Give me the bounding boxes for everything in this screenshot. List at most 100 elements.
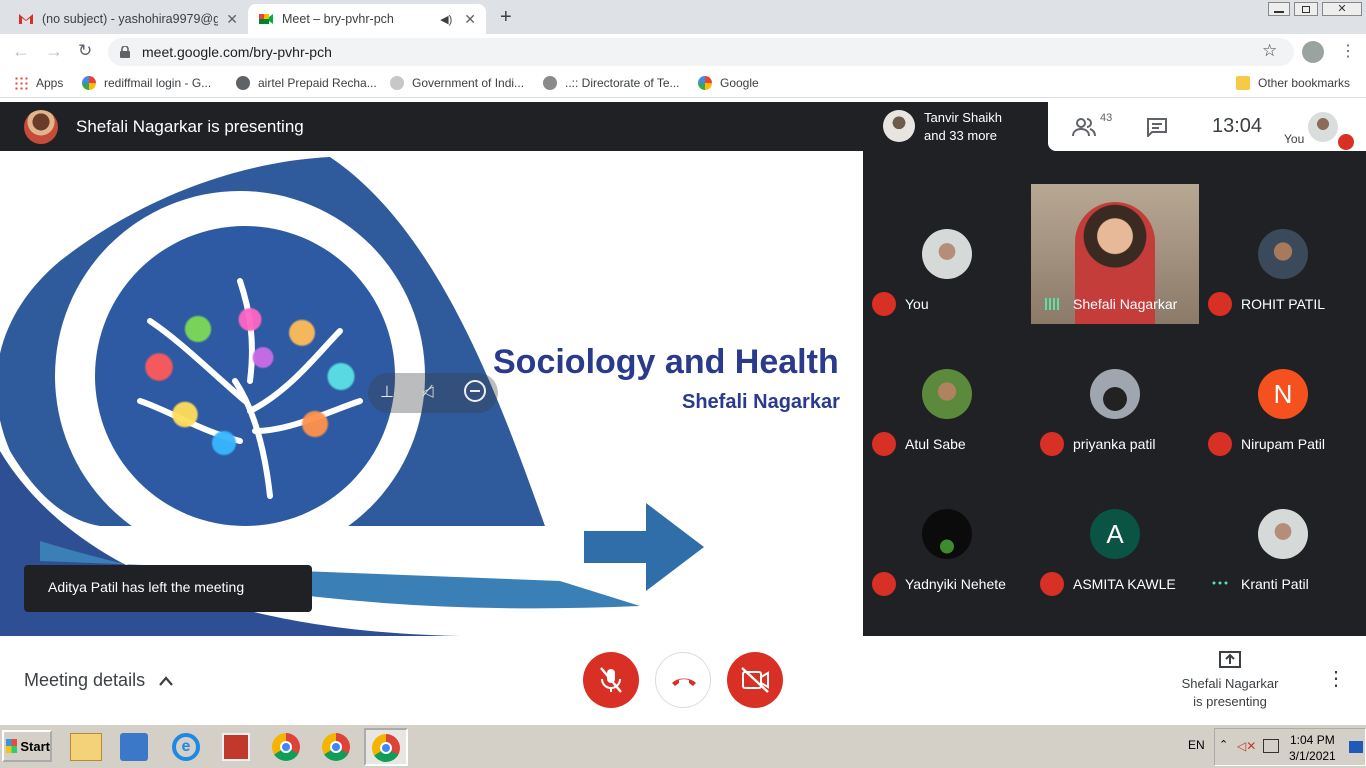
minimize-button[interactable]	[1268, 2, 1290, 16]
address-bar[interactable]: meet.google.com/bry-pvhr-pch ☆	[108, 38, 1294, 66]
participant-tile[interactable]: ROHIT PATIL	[1199, 184, 1366, 324]
language-indicator[interactable]: EN	[1188, 738, 1205, 752]
window-close-button[interactable]: ✕	[1322, 2, 1362, 16]
chrome-icon[interactable]	[272, 733, 300, 761]
bookmark-label: Government of Indi...	[412, 76, 525, 90]
leave-call-button[interactable]	[655, 652, 711, 708]
back-icon[interactable]: ←	[12, 41, 30, 62]
participant-tile[interactable]: priyanka patil	[1031, 324, 1199, 464]
mic-off-icon	[1208, 292, 1232, 316]
pin-icon[interactable]: ⊥	[380, 382, 394, 402]
folder-icon	[1236, 76, 1250, 90]
chevron-up-icon	[159, 675, 173, 686]
emblem-icon	[543, 76, 557, 90]
browser-menu-icon[interactable]: ⋮	[1340, 41, 1356, 61]
camera-toggle-button[interactable]	[727, 652, 783, 708]
self-label: You	[1284, 132, 1305, 146]
participant-name: Tanvir Shaikh	[924, 110, 1003, 125]
participant-tile[interactable]: Yadnyiki Nehete	[863, 464, 1031, 604]
bookmark-rediffmail[interactable]: rediffmail login - G...	[82, 76, 211, 90]
tray-date: 3/1/2021	[1289, 749, 1336, 763]
bookmark-directorate[interactable]: ..:: Directorate of Te...	[543, 76, 680, 90]
chat-button[interactable]	[1146, 117, 1168, 142]
participant-avatar	[883, 110, 915, 142]
bookmark-google[interactable]: Google	[698, 76, 759, 90]
avatar	[1090, 369, 1140, 419]
show-desktop-icon[interactable]	[1349, 741, 1363, 753]
participant-tile[interactable]: A ASMITA KAWLE	[1031, 464, 1199, 604]
mic-toggle-button[interactable]	[583, 652, 639, 708]
left-meeting-toast: Aditya Patil has left the meeting	[24, 565, 312, 612]
more-options-icon[interactable]: ⋮	[1326, 666, 1346, 691]
camera-off-icon	[741, 667, 769, 693]
participant-tile[interactable]: Atul Sabe	[863, 324, 1031, 464]
network-icon[interactable]	[1263, 739, 1279, 753]
bookmark-label: Google	[720, 76, 759, 90]
meet-info-bar: 43 13:04 You	[1048, 102, 1366, 151]
avatar-initial: A	[1090, 509, 1140, 559]
more-options-dots-icon	[1211, 581, 1229, 585]
meet-top-right: Tanvir Shaikh and 33 more 43 13:04 You	[863, 102, 1366, 151]
mic-off-icon	[872, 572, 896, 596]
explorer-icon[interactable]	[70, 733, 102, 761]
tab-gmail[interactable]: (no subject) - yashohira9979@gr ✕	[8, 4, 248, 34]
slide-title: Sociology and Health	[493, 343, 839, 381]
self-avatar	[1308, 112, 1338, 142]
windows-logo-icon	[6, 739, 18, 753]
close-tab-icon[interactable]: ✕	[226, 11, 238, 28]
meet-app: Shefali Nagarkar is presenting Tanvir Sh…	[0, 102, 1366, 724]
internet-explorer-icon[interactable]: e	[172, 733, 200, 761]
chrome-icon[interactable]	[322, 733, 350, 761]
avatar	[922, 229, 972, 279]
start-button[interactable]: Start	[2, 730, 52, 762]
tab-audio-icon[interactable]: ◀)	[440, 13, 452, 26]
self-mic-off-icon	[1338, 134, 1354, 150]
participant-tile-video[interactable]: Shefali Nagarkar	[1031, 184, 1199, 324]
apps-grid-icon	[14, 76, 28, 90]
forward-icon[interactable]: →	[45, 41, 63, 62]
bookmark-airtel[interactable]: airtel Prepaid Recha...	[236, 76, 377, 90]
tab-meet[interactable]: Meet – bry-pvhr-pch ◀) ✕	[248, 4, 486, 34]
top-participant-label: Tanvir Shaikh and 33 more	[924, 109, 1002, 145]
hand-prints	[120, 291, 380, 481]
new-tab-button[interactable]: +	[500, 6, 512, 29]
avatar	[1258, 229, 1308, 279]
presenting-status-line2: is presenting	[1193, 694, 1267, 709]
participant-name: Atul Sabe	[905, 436, 966, 452]
chat-icon	[1147, 118, 1167, 139]
emblem-icon	[390, 76, 404, 90]
bookmark-label: Apps	[36, 76, 64, 90]
presenting-text: Shefali Nagarkar is presenting	[76, 116, 304, 136]
participant-tile[interactable]: Kranti Patil	[1199, 464, 1366, 604]
meeting-details-button[interactable]: Meeting details	[24, 670, 173, 691]
participant-tile[interactable]: N Nirupam Patil	[1199, 324, 1366, 464]
clock-tray[interactable]: 1:04 PM 3/1/2021	[1289, 732, 1336, 764]
chrome-window-active[interactable]	[364, 728, 408, 766]
tray-expand-icon[interactable]: ⌃	[1219, 738, 1228, 751]
meet-control-bar: Meeting details Shefali Nagarkar is pres…	[0, 636, 1366, 724]
restore-button[interactable]	[1294, 2, 1318, 16]
present-now-button[interactable]: Shefali Nagarkar is presenting	[1160, 650, 1300, 711]
other-bookmarks[interactable]: Other bookmarks	[1236, 76, 1350, 90]
media-player-icon[interactable]	[120, 733, 148, 761]
mute-speaker-icon[interactable]: ◁̸	[422, 382, 434, 400]
reload-icon[interactable]: ↻	[78, 41, 92, 61]
participant-name: Nirupam Patil	[1241, 436, 1326, 452]
tray-time: 1:04 PM	[1290, 733, 1335, 747]
gmail-icon	[18, 11, 34, 27]
bookmark-government[interactable]: Government of Indi...	[390, 76, 524, 90]
profile-avatar[interactable]	[1302, 41, 1324, 63]
volume-muted-icon[interactable]: ◁✕	[1237, 739, 1256, 753]
remove-icon[interactable]	[464, 380, 486, 402]
participant-tile[interactable]: You	[863, 184, 1031, 324]
people-button[interactable]: 43	[1072, 112, 1112, 143]
mic-off-icon	[1040, 572, 1064, 596]
bookmark-label: rediffmail login - G...	[104, 76, 212, 90]
bookmark-star-icon[interactable]: ☆	[1262, 41, 1277, 61]
start-label: Start	[20, 738, 50, 754]
mic-off-icon	[872, 292, 896, 316]
bookmark-apps[interactable]: Apps	[14, 76, 63, 90]
people-icon	[1072, 118, 1096, 137]
close-tab-icon[interactable]: ✕	[464, 11, 476, 28]
pdf-reader-icon[interactable]	[222, 733, 250, 761]
